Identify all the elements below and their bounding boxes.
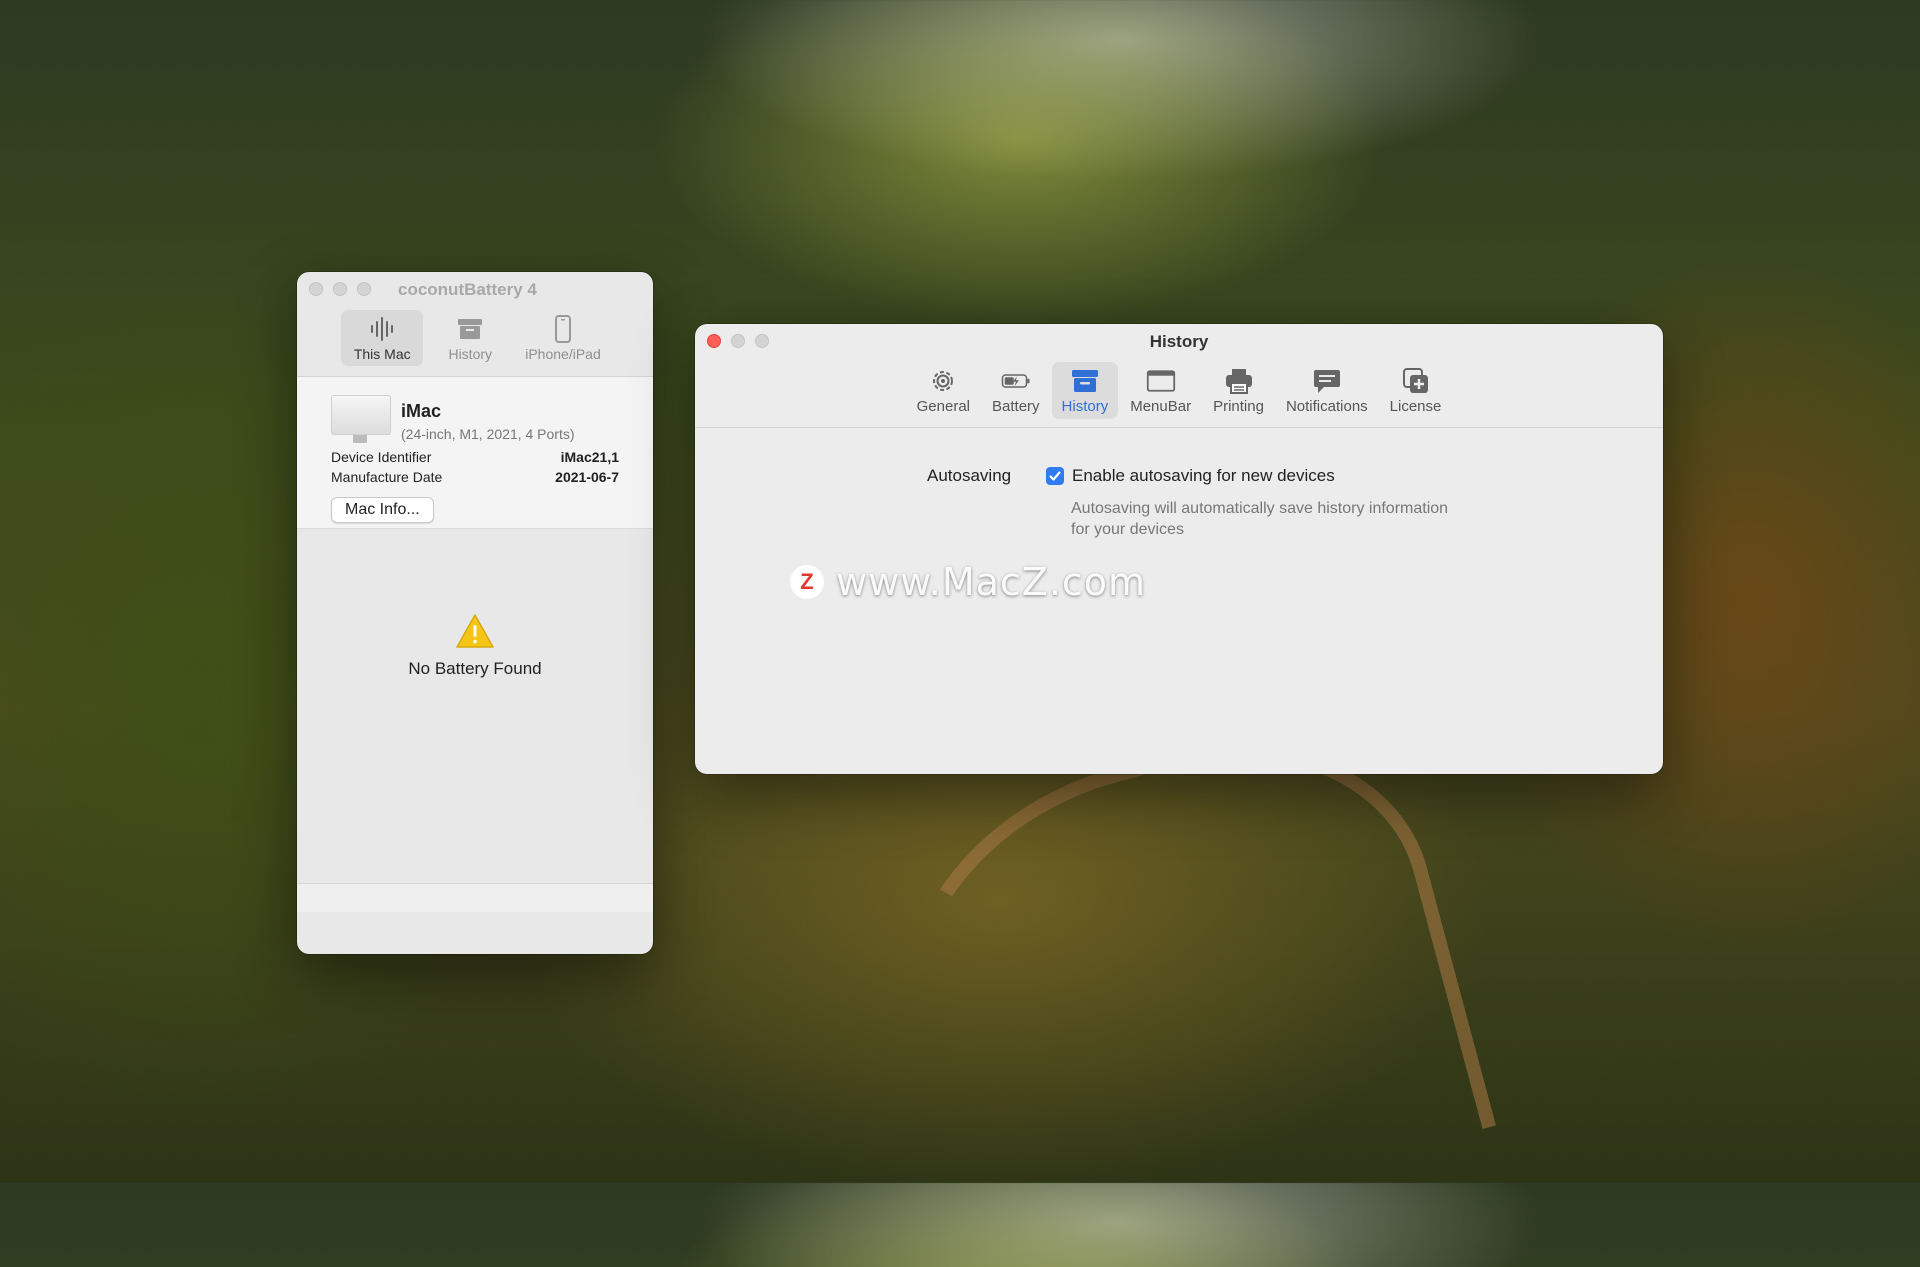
status-footer xyxy=(297,883,653,912)
tab-label: MenuBar xyxy=(1130,398,1192,415)
manufacture-date-value: 2021-06-7 xyxy=(555,469,619,485)
titlebar: History xyxy=(695,324,1663,356)
tab-label: History xyxy=(448,346,493,362)
tab-printing[interactable]: Printing xyxy=(1203,362,1274,419)
tab-label: iPhone/iPad xyxy=(525,346,601,362)
tab-general[interactable]: General xyxy=(907,362,980,419)
tab-battery[interactable]: Battery xyxy=(982,362,1050,419)
wallpaper-road xyxy=(851,696,1497,1267)
device-identifier-label: Device Identifier xyxy=(331,449,432,465)
archive-box-icon xyxy=(455,314,485,344)
license-add-icon xyxy=(1401,366,1431,396)
window-icon xyxy=(1146,366,1176,396)
tab-notifications[interactable]: Notifications xyxy=(1276,362,1378,419)
message-bubble-icon xyxy=(1312,366,1342,396)
tab-label: Printing xyxy=(1213,398,1264,415)
battery-charging-icon xyxy=(1001,366,1031,396)
tab-label: Battery xyxy=(992,398,1040,415)
toolbar: This Mac History iPhone/iPad xyxy=(297,306,653,377)
autosave-checkbox[interactable] xyxy=(1046,467,1064,485)
device-name: iMac xyxy=(401,401,442,421)
tab-history[interactable]: History xyxy=(1051,362,1119,419)
autosaving-label: Autosaving xyxy=(927,466,1012,485)
history-settings-pane: Autosaving Enable autosaving for new dev… xyxy=(695,428,1663,758)
autosave-option[interactable]: Enable autosaving for new devices xyxy=(1046,466,1335,486)
checkmark-icon xyxy=(1049,471,1061,481)
tab-label: This Mac xyxy=(353,346,411,362)
tray-icon xyxy=(1070,366,1100,396)
iphone-icon xyxy=(548,314,578,344)
tab-label: License xyxy=(1389,398,1442,415)
tab-history[interactable]: History xyxy=(429,310,511,366)
tab-iphone-ipad[interactable]: iPhone/iPad xyxy=(517,310,609,366)
mac-info-button[interactable]: Mac Info... xyxy=(331,497,434,523)
watermark-text: www.MacZ.com xyxy=(836,560,1147,604)
tab-license[interactable]: License xyxy=(1380,362,1452,419)
watermark: Z www.MacZ.com xyxy=(790,560,1146,604)
battery-waveform-icon xyxy=(367,314,397,344)
tab-label: Notifications xyxy=(1285,398,1368,415)
manufacture-date-row: Manufacture Date 2021-06-7 xyxy=(331,469,619,485)
tab-menubar[interactable]: MenuBar xyxy=(1120,362,1201,419)
autosave-help-text: Autosaving will automatically save histo… xyxy=(1071,500,1449,538)
preferences-toolbar: General Battery History MenuBar Printing xyxy=(695,356,1663,428)
close-button[interactable] xyxy=(309,282,323,296)
macz-logo: Z xyxy=(790,565,824,599)
tab-label: General xyxy=(916,398,971,415)
no-battery-message: No Battery Found xyxy=(408,659,542,678)
imac-icon xyxy=(331,395,391,443)
manufacture-date-label: Manufacture Date xyxy=(331,469,443,485)
device-subtitle: (24-inch, M1, 2021, 4 Ports) xyxy=(401,426,575,442)
device-identifier-row: Device Identifier iMac21,1 xyxy=(331,449,619,465)
window-title: History xyxy=(1149,332,1209,351)
preferences-window: History General Battery History MenuBar xyxy=(695,324,1663,774)
minimize-button[interactable] xyxy=(333,282,347,296)
zoom-button[interactable] xyxy=(357,282,371,296)
device-identifier-value: iMac21,1 xyxy=(560,449,619,465)
window-title: coconutBattery 4 xyxy=(398,280,537,299)
warning-icon xyxy=(455,613,495,654)
gear-icon xyxy=(928,366,958,396)
tab-this-mac[interactable]: This Mac xyxy=(341,310,424,366)
battery-panel: No Battery Found xyxy=(297,529,653,883)
autosave-checkbox-label: Enable autosaving for new devices xyxy=(1072,466,1335,485)
coconutbattery-window: coconutBattery 4 This Mac History iPhone… xyxy=(297,272,653,954)
printer-icon xyxy=(1224,366,1254,396)
titlebar: coconutBattery 4 xyxy=(297,272,653,306)
tab-label: History xyxy=(1061,398,1109,415)
device-info-panel: iMac (24-inch, M1, 2021, 4 Ports) Device… xyxy=(297,377,653,529)
